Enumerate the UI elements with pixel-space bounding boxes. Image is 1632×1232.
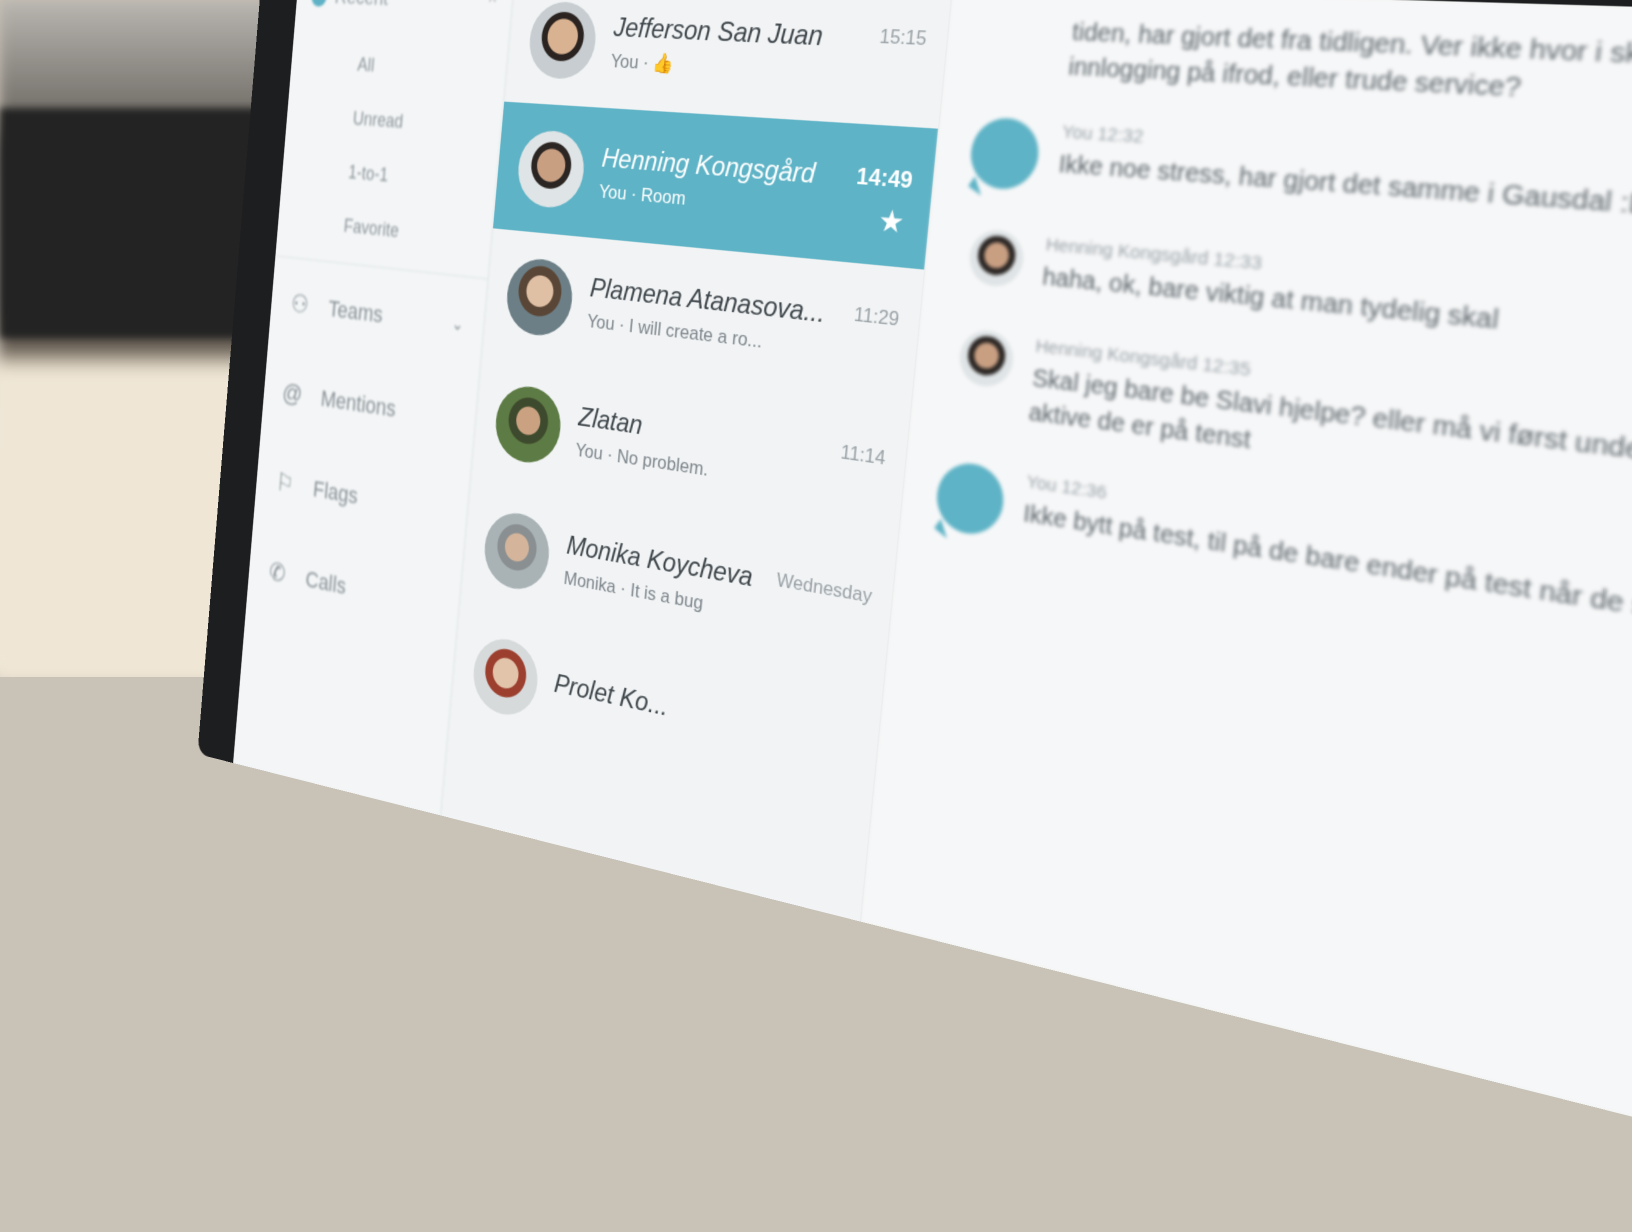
at-icon: @ [281,378,304,409]
filter-all[interactable]: All [355,37,508,100]
chat-time: Wednesday [775,568,874,608]
chat-time: 11:14 [839,440,887,470]
message-content: Henning Kongsgård 12:33 haha, ok, bare v… [1041,234,1504,339]
nav-item-label: Calls [304,565,348,599]
chat-time: 14:49 [855,163,914,195]
chat-filters: All Unread 1-to-1 Favorite [275,13,511,280]
avatar [515,128,588,211]
message-content: You 12:36 Ikke bytt på test, til på de b… [1021,472,1632,651]
nav-item-label: Mentions [319,385,397,422]
recent-label: Recent [334,0,389,11]
chat-row-text: Plamena Atanasova... You · I will create… [586,273,855,364]
chat-row-text: Monika Koycheva Monika · It is a bug [563,531,778,629]
chevron-down-icon[interactable]: ⌄ [451,313,465,336]
chat-row-text: Jefferson San Juan You · 👍 [610,13,881,87]
chat-name: Jefferson San Juan [612,12,825,53]
chat-time: 15:15 [878,25,928,50]
chat-bubble-icon [967,116,1042,192]
chat-row-text: Henning Kongsgård You · Room [598,143,858,225]
chat-row-text: Zlatan You · No problem. [574,402,842,501]
avatar [503,256,576,340]
message-text: tiden, har gjort det fra tidligen. Ver i… [1067,18,1632,104]
avatar [967,228,1026,289]
avatar [492,382,564,468]
avatar [957,327,1016,390]
chevron-up-icon[interactable]: ^ [488,0,496,13]
avatar [481,508,553,595]
laptop-screen: Recent ^ All Unread 1-to-1 Favorite ⚇ Te… [233,0,1632,1212]
chat-name: Prolet Ko... [552,668,670,723]
nav-item-label: Flags [312,475,359,509]
flag-icon: ⚐ [275,468,295,499]
message-self: You 12:36 Ikke bytt på test, til på de b… [933,459,1632,697]
laptop-stage: Recent ^ All Unread 1-to-1 Favorite ⚇ Te… [0,0,1632,1212]
nav-item-label: Teams [327,294,384,328]
chat-time: 11:29 [853,303,901,331]
avatar [526,0,599,81]
chat-preview: You · 👍 [609,50,676,75]
chat-row-text: Prolet Ko... [552,669,858,771]
chat-bubble-icon [933,459,1007,539]
avatar [470,633,541,722]
conversation-pane: tiden, har gjort det fra tidligen. Ver i… [861,0,1632,1212]
phone-icon: ✆ [268,557,287,589]
teams-icon: ⚇ [289,289,310,320]
message-content: You 12:32 Ikke noe stress, har gjort det… [1056,122,1632,238]
laptop: Recent ^ All Unread 1-to-1 Favorite ⚇ Te… [197,0,1632,1212]
recent-icon [311,0,328,7]
star-icon[interactable]: ★ [877,202,906,241]
